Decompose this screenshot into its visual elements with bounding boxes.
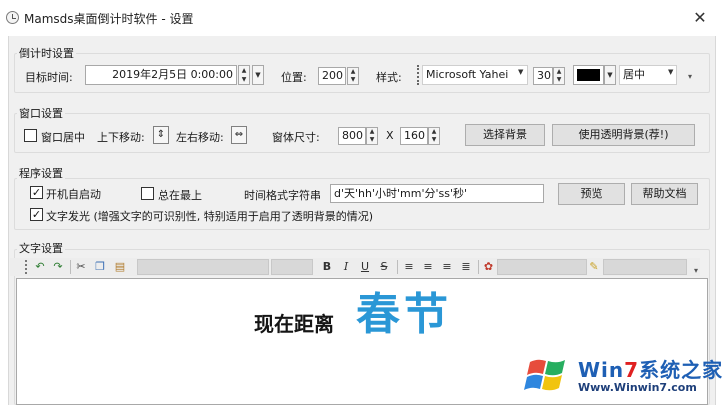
autostart-label: 开机自启动 (46, 188, 101, 201)
move-horizontal-icon[interactable]: ⇔ (231, 126, 247, 144)
redo-icon[interactable]: ↷ (51, 259, 65, 275)
target-time-dropdown-button[interactable]: ▼ (252, 65, 264, 85)
toolbar-grip-icon (25, 260, 27, 274)
choose-background-button[interactable]: 选择背景 (465, 124, 545, 146)
windows-logo-icon (524, 359, 565, 391)
text-color-swatch (577, 69, 600, 81)
move-vertical-label: 上下移动: (97, 131, 145, 144)
text-color-combo[interactable] (497, 259, 587, 275)
window-title: Mamsds桌面倒计时软件 - 设置 (24, 12, 194, 26)
text-color-picker[interactable] (573, 65, 604, 85)
window-height-spinner[interactable]: ▲ ▼ (428, 127, 440, 145)
window-height-input[interactable]: 160 (400, 127, 428, 145)
position-input[interactable]: 200 (318, 67, 346, 85)
toolbar-separator (397, 260, 398, 274)
undo-icon[interactable]: ↶ (33, 259, 47, 275)
topmost-label: 总在最上 (158, 189, 202, 202)
toolbar-overflow-icon[interactable]: ▾ (694, 266, 698, 275)
window-size-label: 窗体尺寸: (272, 131, 320, 144)
preview-text-prefix: 现在距离 (254, 312, 334, 336)
copy-icon[interactable]: ❐ (93, 259, 107, 275)
watermark-brand-number: 7 (624, 358, 640, 382)
font-size-combo[interactable] (271, 259, 313, 275)
time-format-label: 时间格式字符串 (244, 189, 321, 202)
strikethrough-button[interactable]: S (377, 259, 391, 275)
center-window-checkbox[interactable] (24, 129, 37, 142)
size-times-label: X (386, 129, 394, 142)
italic-button[interactable]: I (339, 259, 353, 275)
align-center-icon[interactable]: ≡ (421, 259, 435, 275)
target-time-input[interactable]: 2019年2月5日 0:00:00 (85, 65, 237, 85)
transparent-background-button[interactable]: 使用透明背景(荐!) (552, 124, 695, 146)
window-width-input[interactable]: 800 (338, 127, 366, 145)
toolbar-separator (478, 260, 479, 274)
font-family-combo[interactable] (137, 259, 269, 275)
autostart-checkbox[interactable]: ✓ (30, 186, 43, 199)
font-name-dropdown-icon[interactable]: ▼ (518, 68, 523, 76)
time-format-input[interactable]: d'天'hh'小时'mm'分'ss'秒' (330, 184, 544, 203)
toolbar-separator (70, 260, 71, 274)
bold-button[interactable]: B (320, 259, 334, 275)
align-right-icon[interactable]: ≡ (440, 259, 454, 275)
brush-icon[interactable]: ✎ (587, 259, 601, 275)
font-name-select[interactable]: Microsoft Yahei (422, 65, 528, 85)
close-button[interactable]: ✕ (690, 9, 710, 29)
align-left-icon[interactable]: ≡ (402, 259, 416, 275)
topmost-checkbox[interactable] (141, 187, 154, 200)
font-size-input[interactable]: 30 (533, 67, 553, 85)
position-spinner[interactable]: ▲ ▼ (347, 67, 359, 85)
text-settings-title: 文字设置 (17, 240, 65, 256)
underline-button[interactable]: U (358, 259, 372, 275)
watermark-brand-prefix: Win (578, 358, 625, 382)
text-glow-label: 文字发光 (增强文字的可识别性, 特别适用于启用了透明背景的情况) (46, 210, 374, 223)
position-label: 位置: (281, 71, 307, 84)
preview-text-holiday: 春节 (356, 289, 452, 340)
highlight-color-combo[interactable] (603, 259, 687, 275)
font-size-spinner[interactable]: ▲ ▼ (553, 67, 565, 85)
color-palette-icon[interactable]: ✿ (481, 259, 496, 275)
move-horizontal-label: 左右移动: (176, 131, 224, 144)
text-color-dropdown-button[interactable]: ▼ (604, 65, 616, 85)
program-settings-title: 程序设置 (17, 165, 65, 181)
style-label: 样式: (376, 71, 402, 84)
align-justify-icon[interactable]: ≣ (459, 259, 473, 275)
center-window-label: 窗口居中 (41, 131, 85, 144)
countdown-settings-title: 倒计时设置 (17, 45, 76, 61)
watermark-url: Www.Winwin7.com (578, 381, 697, 394)
toolbar-overflow-icon[interactable]: ▾ (688, 72, 692, 81)
paste-icon[interactable]: ▤ (112, 259, 128, 275)
clock-icon (6, 11, 19, 24)
watermark-brand-suffix: 系统之家 (639, 358, 724, 382)
target-time-label: 目标时间: (25, 71, 73, 84)
target-time-spinner[interactable]: ▲ ▼ (238, 65, 250, 85)
help-docs-button[interactable]: 帮助文档 (631, 183, 698, 205)
move-vertical-icon[interactable]: ⇕ (153, 126, 169, 144)
cut-icon[interactable]: ✂ (74, 259, 88, 275)
preview-button[interactable]: 预览 (558, 183, 625, 205)
text-glow-checkbox[interactable]: ✓ (30, 208, 43, 221)
alignment-dropdown-icon[interactable]: ▼ (668, 68, 673, 76)
watermark-brand: Win7系统之家 (578, 354, 723, 383)
toolbar-grip-icon (417, 65, 419, 85)
window-width-spinner[interactable]: ▲ ▼ (366, 127, 378, 145)
window-settings-title: 窗口设置 (17, 105, 65, 121)
